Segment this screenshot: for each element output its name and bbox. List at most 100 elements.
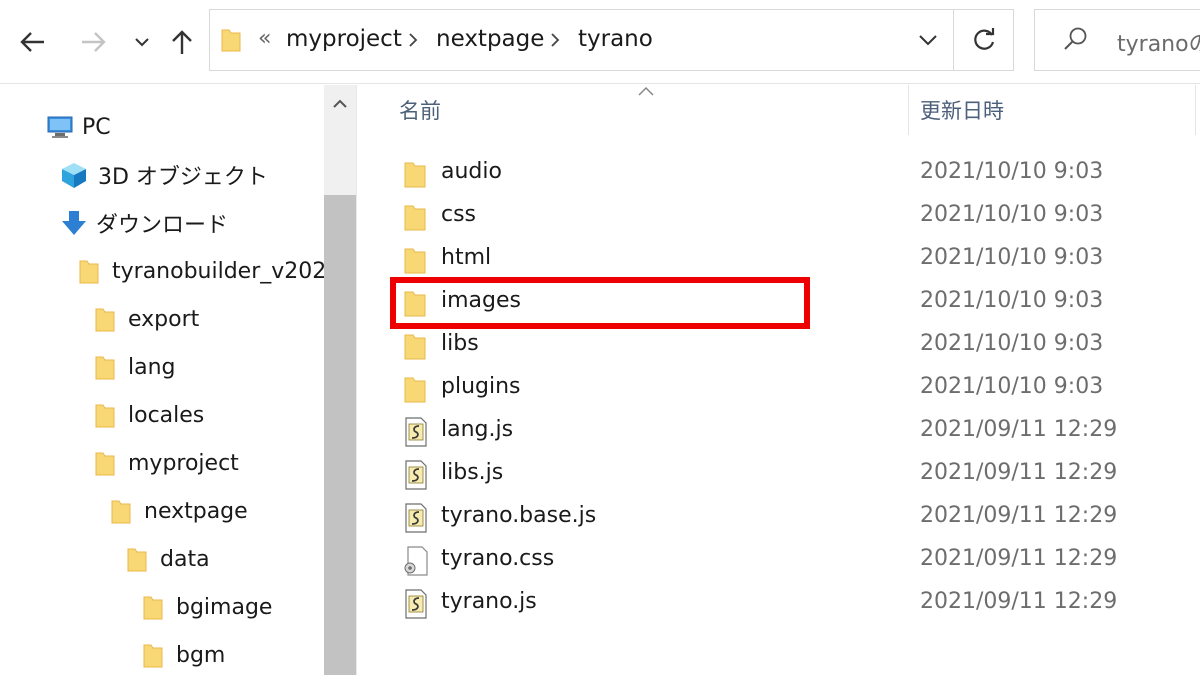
navigation-pane[interactable]: PC 3D オブジェクト ダウンロード tyranobuilder_v202_ … — [0, 85, 356, 675]
chevron-down-icon — [919, 35, 937, 46]
file-row-tyrano-js[interactable]: tyrano.js 2021/09/11 12:29 — [357, 583, 1200, 626]
file-name: css — [441, 202, 477, 227]
tree-item-label: bgm — [176, 642, 226, 668]
tree-item-locales[interactable]: locales — [94, 395, 204, 435]
js-script-file-icon — [405, 460, 427, 490]
scrollbar-thumb[interactable] — [324, 195, 356, 675]
column-separator[interactable] — [908, 85, 909, 135]
refresh-icon — [974, 28, 995, 50]
folder-icon — [79, 260, 99, 284]
file-modified: 2021/09/11 12:29 — [920, 589, 1118, 614]
folder-icon — [221, 29, 241, 52]
column-header-modified[interactable]: 更新日時 — [920, 95, 1004, 125]
folder-icon — [404, 334, 426, 360]
file-row-audio[interactable]: audio 2021/10/10 9:03 — [357, 153, 1200, 196]
tree-item-label: myproject — [128, 450, 239, 476]
up-button[interactable] — [166, 22, 198, 62]
breadcrumb-overflow[interactable]: « — [258, 26, 271, 51]
file-modified: 2021/09/11 12:29 — [920, 460, 1118, 485]
file-name: tyrano.js — [441, 589, 537, 614]
search-icon — [1064, 27, 1087, 50]
file-modified: 2021/09/11 12:29 — [920, 503, 1118, 528]
file-modified: 2021/10/10 9:03 — [920, 331, 1104, 356]
arrow-right-icon — [82, 32, 106, 52]
js-script-file-icon — [405, 589, 427, 619]
file-row-tyrano-css[interactable]: tyrano.css 2021/09/11 12:29 — [357, 540, 1200, 583]
file-modified: 2021/10/10 9:03 — [920, 374, 1104, 399]
file-name: libs.js — [441, 460, 504, 485]
search-input[interactable]: tyranoの検索 — [1034, 9, 1200, 71]
back-button[interactable] — [10, 22, 54, 62]
tree-item-lang[interactable]: lang — [94, 347, 176, 387]
search-placeholder: tyranoの検索 — [1117, 32, 1200, 57]
file-modified: 2021/10/10 9:03 — [920, 288, 1104, 313]
js-script-file-icon — [405, 503, 427, 533]
chevron-right-icon[interactable] — [408, 32, 418, 48]
tree-item-label: PC — [82, 114, 111, 140]
tree-item-bgimage[interactable]: bgimage — [142, 587, 272, 627]
scroll-up-button[interactable] — [324, 85, 356, 123]
column-header-name[interactable]: 名前 — [399, 95, 441, 125]
computer-icon — [47, 116, 73, 138]
refresh-button[interactable] — [954, 10, 1014, 70]
nav-scrollbar[interactable] — [324, 85, 356, 675]
tree-item-downloads[interactable]: ダウンロード — [60, 203, 228, 243]
folder-icon — [404, 205, 426, 231]
file-modified: 2021/10/10 9:03 — [920, 159, 1104, 184]
file-name: tyrano.css — [441, 546, 555, 571]
file-name: libs — [441, 331, 479, 356]
file-row-libs[interactable]: libs 2021/10/10 9:03 — [357, 325, 1200, 368]
file-name: html — [441, 245, 492, 270]
chevron-up-icon — [333, 99, 347, 108]
breadcrumb-myproject[interactable]: myproject — [286, 26, 402, 52]
column-separator[interactable] — [1195, 85, 1196, 135]
download-arrow-icon — [62, 211, 86, 235]
file-row-css[interactable]: css 2021/10/10 9:03 — [357, 196, 1200, 239]
file-name: lang.js — [441, 417, 514, 442]
arrow-left-icon — [20, 32, 44, 52]
breadcrumb-tyrano[interactable]: tyrano — [578, 26, 653, 52]
file-row-images[interactable]: images 2021/10/10 9:03 — [357, 282, 1200, 325]
folder-icon — [404, 291, 426, 317]
tree-item-pc[interactable]: PC — [46, 107, 111, 147]
toolbar: « myproject nextpage tyrano tyranoの検索 — [0, 0, 1200, 84]
file-row-tyrano-base-js[interactable]: tyrano.base.js 2021/09/11 12:29 — [357, 497, 1200, 540]
tree-item-label: 3D オブジェクト — [98, 165, 268, 190]
file-row-html[interactable]: html 2021/10/10 9:03 — [357, 239, 1200, 282]
forward-button[interactable] — [74, 22, 114, 62]
arrow-up-icon — [172, 30, 192, 54]
sort-ascending-icon — [638, 86, 654, 96]
tree-item-label: bgimage — [176, 594, 273, 620]
folder-icon — [95, 356, 115, 380]
file-name: plugins — [441, 374, 521, 399]
cube-3d-icon — [62, 163, 86, 188]
tree-item-label: data — [160, 546, 210, 572]
folder-icon — [95, 308, 115, 332]
tree-item-3d-objects[interactable]: 3D オブジェクト — [60, 155, 268, 195]
folder-icon — [111, 500, 131, 524]
tree-item-tyranobuilder[interactable]: tyranobuilder_v202_ — [78, 251, 337, 291]
file-row-libs-js[interactable]: libs.js 2021/09/11 12:29 — [357, 454, 1200, 497]
address-bar[interactable]: « myproject nextpage tyrano — [209, 9, 1014, 71]
recent-locations-button[interactable] — [128, 22, 156, 62]
folder-icon — [143, 596, 163, 620]
file-modified: 2021/10/10 9:03 — [920, 202, 1104, 227]
tree-item-bgm[interactable]: bgm — [142, 635, 225, 675]
file-row-plugins[interactable]: plugins 2021/10/10 9:03 — [357, 368, 1200, 411]
tree-item-export[interactable]: export — [94, 299, 199, 339]
tree-item-label: nextpage — [144, 498, 248, 524]
tree-item-data[interactable]: data — [126, 539, 210, 579]
chevron-right-icon[interactable] — [550, 32, 560, 48]
breadcrumb-nextpage[interactable]: nextpage — [436, 26, 544, 52]
tree-item-myproject[interactable]: myproject — [94, 443, 239, 483]
folder-icon — [127, 548, 147, 572]
address-dropdown-button[interactable] — [902, 10, 954, 70]
js-script-file-icon — [405, 417, 427, 447]
file-modified: 2021/09/11 12:29 — [920, 417, 1118, 442]
tree-item-nextpage[interactable]: nextpage — [110, 491, 248, 531]
file-row-lang-js[interactable]: lang.js 2021/09/11 12:29 — [357, 411, 1200, 454]
tree-item-label: lang — [128, 354, 176, 380]
folder-icon — [95, 452, 115, 476]
file-list[interactable]: 名前 更新日時 audio 2021/10/10 9:03 css 2021/1… — [357, 85, 1200, 675]
folder-icon — [404, 162, 426, 188]
